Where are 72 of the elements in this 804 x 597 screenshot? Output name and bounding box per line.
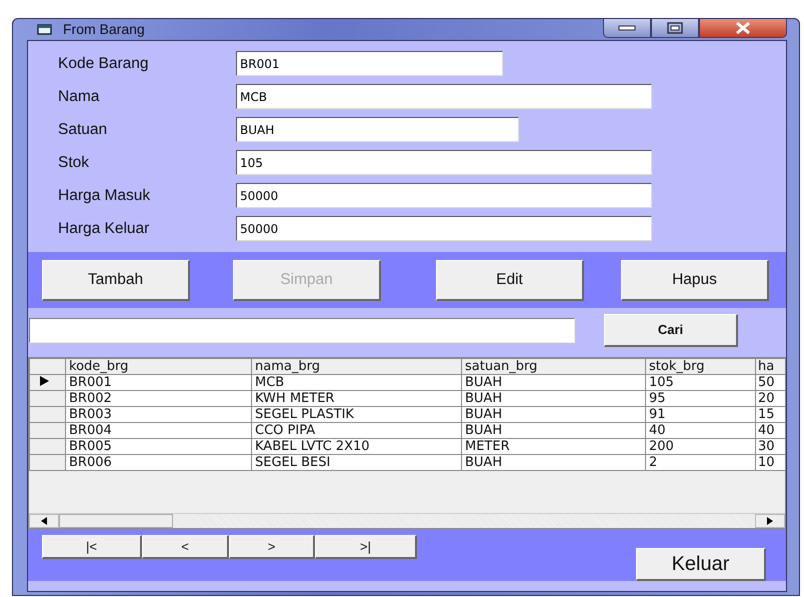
table-cell: BR001	[66, 374, 252, 390]
action-button[interactable]: Edit	[436, 260, 584, 300]
navigation-button[interactable]: >|	[315, 535, 417, 559]
row-pointer-icon	[40, 376, 49, 386]
minimize-icon	[618, 25, 636, 31]
field-label: Satuan	[58, 120, 108, 140]
table-cell: 50	[756, 374, 785, 390]
column-header: stok_brg	[646, 358, 756, 374]
text-field[interactable]: BUAH	[236, 117, 519, 142]
table-cell: 10	[756, 454, 785, 470]
table-cell: METER	[462, 438, 646, 454]
search-button[interactable]: Cari	[604, 314, 738, 347]
table-cell: CCO PIPA	[252, 422, 462, 438]
exit-button[interactable]: Keluar	[636, 548, 766, 581]
table-cell: BR002	[66, 390, 252, 406]
minimize-button[interactable]	[603, 19, 651, 38]
field-label: Nama	[58, 86, 100, 107]
table-cell: BUAH	[462, 422, 646, 438]
action-button[interactable]: Tambah	[42, 260, 190, 300]
table-cell: SEGEL BESI	[252, 454, 462, 470]
table-cell: KABEL LVTC 2X10	[252, 438, 462, 454]
table-cell: KWH METER	[252, 390, 462, 406]
scroll-right-button[interactable]	[755, 514, 785, 528]
column-header: kode_brg	[66, 358, 252, 374]
close-icon	[735, 22, 751, 34]
table-cell: 105	[646, 374, 756, 390]
table-cell: 40	[756, 422, 785, 438]
table-cell: 200	[646, 438, 756, 454]
table-cell: 40	[646, 422, 756, 438]
scroll-left-button[interactable]	[29, 514, 59, 528]
text-field[interactable]: MCB	[236, 84, 652, 109]
table-cell: BR003	[66, 406, 252, 422]
field-label: Harga Masuk	[58, 186, 152, 206]
text-field[interactable]: 50000	[236, 216, 652, 241]
table-cell: SEGEL PLASTIK	[252, 406, 462, 422]
maximize-button[interactable]	[651, 19, 699, 38]
action-button: Simpan	[233, 260, 381, 300]
window-icon	[37, 23, 53, 36]
table-cell: BR005	[66, 438, 252, 454]
table-cell: MCB	[252, 374, 462, 390]
text-field[interactable]: 105	[236, 150, 652, 175]
search-field[interactable]	[29, 318, 575, 343]
table-cell: 30	[756, 438, 785, 454]
column-header: ha	[756, 358, 785, 374]
navigation-button[interactable]: |<	[42, 535, 142, 559]
scrollbar-thumb[interactable]	[59, 514, 173, 528]
table-cell: 2	[646, 454, 756, 470]
field-label: Stok	[58, 152, 90, 173]
navigation-button[interactable]: >	[229, 535, 315, 559]
left-arrow-icon	[41, 517, 47, 525]
table-cell: BUAH	[462, 374, 646, 390]
table-cell: BUAH	[462, 454, 646, 470]
table-cell: 15	[756, 406, 785, 422]
close-button[interactable]	[699, 19, 787, 38]
action-button[interactable]: Hapus	[621, 260, 769, 300]
field-label: Harga Keluar	[58, 218, 150, 239]
table-cell: BR006	[66, 454, 252, 470]
text-field[interactable]: 50000	[236, 183, 652, 208]
right-arrow-icon	[767, 517, 773, 525]
table-cell: 95	[646, 390, 756, 406]
navigation-button[interactable]: <	[142, 535, 229, 559]
table-cell: BUAH	[462, 406, 646, 422]
column-header: nama_brg	[252, 358, 462, 374]
table-cell: 91	[646, 406, 756, 422]
column-header: satuan_brg	[462, 358, 646, 374]
field-label: Kode Barang	[58, 54, 150, 74]
text-field[interactable]: BR001	[236, 51, 503, 76]
window-title: From Barang	[63, 20, 145, 39]
table-cell: BR004	[66, 422, 252, 438]
table-cell: 20	[756, 390, 785, 406]
maximize-icon	[666, 22, 684, 34]
table-cell: BUAH	[462, 390, 646, 406]
